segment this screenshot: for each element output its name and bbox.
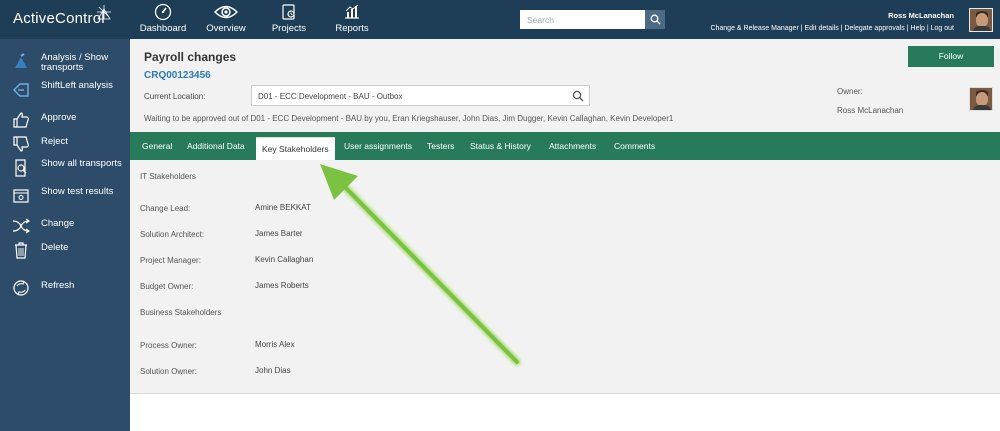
sidebar-item-approve-label: Approve [41,112,77,123]
tab-testers[interactable]: Testers [427,132,454,160]
logo-star-icon [97,5,111,20]
nav-projects[interactable]: Projects [264,0,314,39]
section-it-stakeholders: IT Stakeholders [140,172,196,181]
sidebar-item-refresh[interactable]: Refresh [0,279,130,297]
eye-icon [214,5,238,19]
sidebar-item-show-test-results[interactable]: Show test results [0,187,130,209]
tab-additional-data[interactable]: Additional Data [187,132,245,160]
sidebar-item-delete[interactable]: Delete [0,241,130,259]
search-icon [650,14,660,25]
sidebar-item-analysis[interactable]: Analysis / Show transports [0,53,130,75]
user-link-role[interactable]: Change & Release Manager [710,25,798,32]
change-lead-label: Change Lead: [140,204,191,213]
solution-architect-label: Solution Architect: [140,230,205,239]
sidebar-item-show-all-transports[interactable]: Show all transports [0,159,130,181]
process-owner-value: Morris Alex [255,340,295,349]
owner-avatar [969,87,993,111]
thumbs-up-icon [13,112,29,128]
nav-reports[interactable]: Reports [327,0,377,39]
user-link-delegate-approvals[interactable]: Delegate approvals [844,25,904,32]
follow-button[interactable]: Follow [908,46,994,67]
nav-dashboard-label: Dashboard [139,23,187,34]
sidebar-item-change-label: Change [41,218,75,229]
shiftleft-icon [13,83,29,97]
app-logo-text: ActiveControl [13,10,105,27]
current-location-label: Current Location: [144,92,206,101]
tab-user-assignments[interactable]: User assignments [344,132,412,160]
user-avatar[interactable] [969,8,993,32]
owner-label: Owner: [837,87,863,96]
tab-bar: General Additional Data Key Stakeholders… [130,132,1000,160]
sidebar-item-show-all-transports-label: Show all transports [41,158,122,169]
tab-general[interactable]: General [142,132,172,160]
change-header: Payroll changes CRQ00123456 Current Loca… [130,39,1000,132]
nav-overview[interactable]: Overview [201,0,251,39]
projects-icon [282,4,295,20]
sidebar-item-shiftleft[interactable]: ShiftLeft analysis [0,81,130,103]
solution-owner-label: Solution Owner: [140,367,197,376]
nav-overview-label: Overview [206,23,246,34]
sidebar-item-reject[interactable]: Reject [0,135,130,153]
nav-dashboard[interactable]: Dashboard [138,0,188,39]
search-button[interactable] [645,10,665,29]
top-bar: ActiveControl Dashboard Overview Project… [0,0,1000,39]
thumbs-down-icon [13,136,29,152]
change-lead-value: Amine BEKKAT [255,203,311,212]
project-manager-label: Project Manager: [140,256,201,265]
sidebar-item-change[interactable]: Change [0,217,130,235]
main-nav: Dashboard Overview Projects Reports [138,0,390,39]
search-input[interactable] [520,10,645,29]
sidebar-item-show-test-results-label: Show test results [41,186,114,197]
tab-comments[interactable]: Comments [614,132,655,160]
solution-owner-value: John Dias [255,366,291,375]
process-owner-label: Process Owner: [140,341,197,350]
user-name: Ross McLanachan [888,11,954,20]
project-manager-value: Kevin Callaghan [255,255,314,264]
app-logo[interactable]: ActiveControl [13,5,111,27]
search-icon[interactable] [572,90,584,102]
current-location-field[interactable]: D01 - ECC Development - BAU - Outbox [251,85,590,106]
key-stakeholders-panel: IT Stakeholders Change Lead: Amine BEKKA… [130,160,1000,394]
shuffle-icon [12,218,30,234]
sidebar-item-approve[interactable]: Approve [0,111,130,129]
sidebar-item-reject-label: Reject [41,136,68,147]
solution-architect-value: James Barter [255,229,303,238]
sidebar: Analysis / Show transports ShiftLeft ana… [0,39,130,431]
sidebar-item-shiftleft-label: ShiftLeft analysis [41,80,113,91]
page-title: Payroll changes [144,50,237,64]
user-link-help[interactable]: Help [911,25,925,32]
trash-icon [15,242,27,259]
search-box [520,10,665,29]
nav-reports-label: Reports [335,23,369,34]
dashboard-icon [154,3,172,21]
sidebar-item-refresh-label: Refresh [41,280,75,291]
refresh-icon [13,280,29,296]
budget-owner-label: Budget Owner: [140,282,194,291]
tab-status-history[interactable]: Status & History [470,132,531,160]
current-location-value: D01 - ECC Development - BAU - Outbox [258,92,403,101]
user-link-edit-details[interactable]: Edit details [805,25,839,32]
budget-owner-value: James Roberts [255,281,309,290]
user-menu: Ross McLanachan Change & Release Manager… [710,11,954,32]
tab-attachments[interactable]: Attachments [549,132,596,160]
reports-icon [345,4,359,19]
approval-status-text: Waiting to be approved out of D01 - ECC … [144,114,674,123]
sidebar-item-analysis-label: Analysis / Show transports [41,52,109,73]
user-links: Change & Release Manager | Edit details … [710,25,954,32]
test-results-icon [13,189,29,203]
analysis-icon [15,53,27,68]
tab-key-stakeholders[interactable]: Key Stakeholders [256,137,335,160]
nav-projects-label: Projects [271,23,307,34]
owner-name: Ross McLanachan [837,106,904,115]
sidebar-item-delete-label: Delete [41,242,69,253]
search-doc-icon [15,159,27,177]
user-link-log-out[interactable]: Log out [931,25,954,32]
change-id-link[interactable]: CRQ00123456 [144,70,211,81]
section-business-stakeholders: Business Stakeholders [140,308,222,317]
